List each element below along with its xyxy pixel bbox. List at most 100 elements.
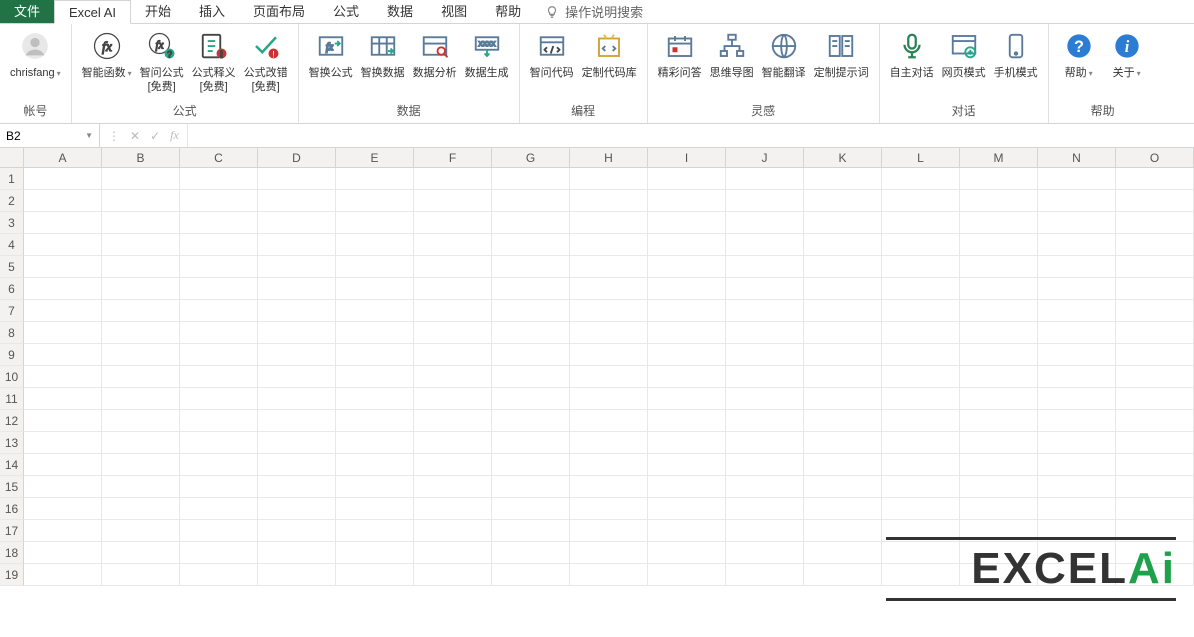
cell[interactable] (336, 476, 414, 498)
cell[interactable] (726, 432, 804, 454)
cell[interactable] (1116, 212, 1194, 234)
cell[interactable] (1116, 322, 1194, 344)
cell[interactable] (726, 322, 804, 344)
cell[interactable] (804, 542, 882, 564)
cell[interactable] (414, 476, 492, 498)
cell[interactable] (180, 564, 258, 586)
cell[interactable] (1038, 212, 1116, 234)
cell[interactable] (726, 190, 804, 212)
cell[interactable] (180, 344, 258, 366)
cell[interactable] (570, 300, 648, 322)
cell[interactable] (804, 212, 882, 234)
data-gen-button[interactable]: XXXX 数据生成 (461, 28, 513, 82)
cell[interactable] (492, 256, 570, 278)
mindmap-button[interactable]: 思维导图 (706, 28, 758, 82)
cell[interactable] (414, 520, 492, 542)
cell[interactable] (648, 564, 726, 586)
cell[interactable] (882, 190, 960, 212)
cell[interactable] (804, 366, 882, 388)
cell[interactable] (492, 410, 570, 432)
tab-data[interactable]: 数据 (373, 0, 427, 23)
cell[interactable] (960, 278, 1038, 300)
tab-view[interactable]: 视图 (427, 0, 481, 23)
cell[interactable] (570, 476, 648, 498)
cell[interactable] (570, 234, 648, 256)
cell[interactable] (414, 410, 492, 432)
cell[interactable] (24, 366, 102, 388)
cell[interactable] (960, 388, 1038, 410)
cell[interactable] (726, 520, 804, 542)
cell[interactable] (1038, 322, 1116, 344)
cell[interactable] (882, 454, 960, 476)
cell[interactable] (960, 300, 1038, 322)
cell[interactable] (804, 564, 882, 586)
cell[interactable] (804, 234, 882, 256)
row-header[interactable]: 16 (0, 498, 24, 520)
cell[interactable] (336, 520, 414, 542)
cell[interactable] (492, 388, 570, 410)
cell[interactable] (492, 322, 570, 344)
row-header[interactable]: 4 (0, 234, 24, 256)
cell[interactable] (726, 168, 804, 190)
column-header[interactable]: H (570, 148, 648, 167)
cell[interactable] (24, 256, 102, 278)
web-mode-button[interactable]: 网页模式 (938, 28, 990, 82)
cell[interactable] (492, 190, 570, 212)
name-box[interactable]: ▼ (0, 124, 100, 147)
cell[interactable] (570, 190, 648, 212)
cell[interactable] (336, 278, 414, 300)
ask-code-button[interactable]: 智问代码 (526, 28, 578, 82)
translate-button[interactable]: 智能翻译 (758, 28, 810, 82)
cell[interactable] (648, 168, 726, 190)
cell[interactable] (882, 278, 960, 300)
cell[interactable] (882, 432, 960, 454)
cell[interactable] (258, 564, 336, 586)
cell[interactable] (414, 366, 492, 388)
cell[interactable] (960, 212, 1038, 234)
cell[interactable] (102, 212, 180, 234)
tell-me-search[interactable]: 操作说明搜索 (535, 0, 653, 23)
cell[interactable] (492, 498, 570, 520)
cell[interactable] (1038, 256, 1116, 278)
cell[interactable] (648, 190, 726, 212)
cell[interactable] (882, 300, 960, 322)
cell[interactable] (804, 256, 882, 278)
row-header[interactable]: 3 (0, 212, 24, 234)
cell[interactable] (336, 344, 414, 366)
cell[interactable] (24, 190, 102, 212)
cell[interactable] (1038, 432, 1116, 454)
cell[interactable] (726, 564, 804, 586)
select-all-corner[interactable] (0, 148, 24, 167)
cell[interactable] (180, 168, 258, 190)
cell[interactable] (804, 520, 882, 542)
cell[interactable] (648, 300, 726, 322)
cell[interactable] (336, 454, 414, 476)
cell[interactable] (258, 476, 336, 498)
column-header[interactable]: A (24, 148, 102, 167)
tab-layout[interactable]: 页面布局 (239, 0, 319, 23)
cell[interactable] (648, 520, 726, 542)
row-header[interactable]: 19 (0, 564, 24, 586)
cell[interactable] (570, 212, 648, 234)
cell[interactable] (414, 498, 492, 520)
cell[interactable] (336, 300, 414, 322)
explain-formula-button[interactable]: ! 公式释义 [免费] (188, 28, 240, 96)
cell[interactable] (102, 344, 180, 366)
column-header[interactable]: E (336, 148, 414, 167)
cell[interactable] (102, 388, 180, 410)
cell[interactable] (882, 366, 960, 388)
cell[interactable] (1116, 344, 1194, 366)
cell[interactable] (336, 410, 414, 432)
column-header[interactable]: G (492, 148, 570, 167)
cell[interactable] (726, 344, 804, 366)
cell[interactable] (1038, 344, 1116, 366)
about-button[interactable]: i 关于▾ (1103, 28, 1151, 83)
cell[interactable] (258, 542, 336, 564)
qa-button[interactable]: 精彩问答 (654, 28, 706, 82)
cell[interactable] (102, 432, 180, 454)
cell[interactable] (414, 234, 492, 256)
cell[interactable] (336, 234, 414, 256)
cell[interactable] (882, 498, 960, 520)
cell[interactable] (1038, 190, 1116, 212)
cell[interactable] (414, 322, 492, 344)
